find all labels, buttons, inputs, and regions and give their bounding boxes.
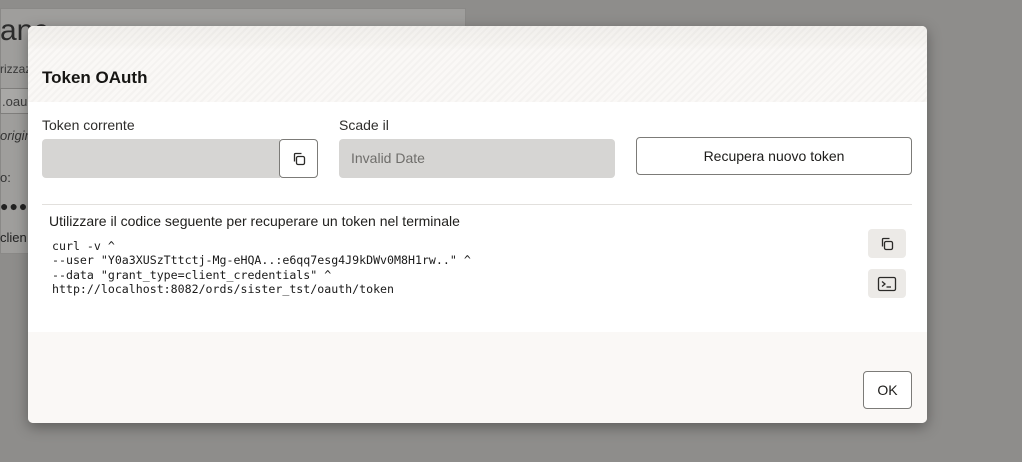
copy-token-button[interactable]	[279, 139, 318, 178]
divider	[42, 204, 912, 205]
background-label: o:	[0, 170, 11, 185]
oauth-token-dialog: Token OAuth Token corrente Scade il Inva…	[28, 26, 927, 423]
background-client-text: clien	[0, 230, 27, 245]
dialog-footer	[28, 332, 927, 423]
background-subtitle: rizzaz	[0, 62, 32, 76]
ok-button[interactable]: OK	[863, 371, 912, 409]
dialog-header: Token OAuth	[28, 26, 927, 102]
current-token-field[interactable]	[42, 139, 280, 178]
copy-command-button[interactable]	[868, 229, 906, 258]
open-terminal-button[interactable]	[868, 269, 906, 298]
expires-label: Scade il	[339, 117, 389, 133]
copy-icon	[879, 236, 895, 252]
command-hint: Utilizzare il codice seguente per recupe…	[49, 213, 460, 229]
refresh-token-button[interactable]: Recupera nuovo token	[636, 137, 912, 175]
expires-field[interactable]: Invalid Date	[339, 139, 615, 178]
terminal-icon	[877, 276, 897, 292]
curl-command: curl -v ^ --user "Y0a3XUSzTttctj-Mg-eHQA…	[52, 239, 471, 296]
current-token-label: Token corrente	[42, 117, 135, 133]
dialog-title: Token OAuth	[42, 68, 148, 87]
copy-icon	[291, 151, 307, 167]
background-field-text: .oau	[2, 94, 28, 109]
